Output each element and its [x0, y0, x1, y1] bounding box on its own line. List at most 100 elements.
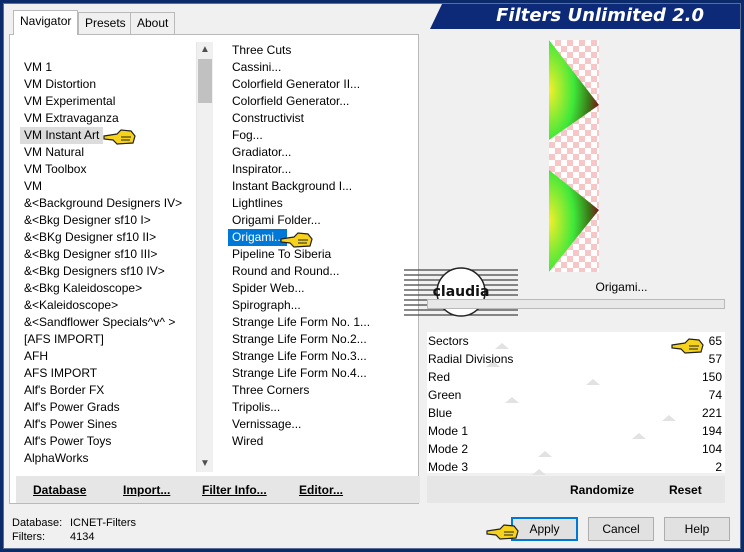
filter-item[interactable]: Wired: [228, 433, 416, 450]
param-value: 2: [715, 460, 722, 474]
filter-item[interactable]: Cassini...: [228, 59, 416, 76]
param-row[interactable]: Green 74: [427, 386, 725, 404]
slider-thumb[interactable]: [495, 343, 509, 349]
filter-item[interactable]: Lightlines: [228, 195, 416, 212]
editor-button[interactable]: Editor...: [299, 483, 343, 497]
pointing-hand-icon: [671, 338, 704, 354]
tab-presets[interactable]: Presets: [78, 12, 133, 34]
slider-thumb[interactable]: [632, 433, 646, 439]
param-value: 104: [701, 442, 722, 456]
filter-item[interactable]: Round and Round...: [228, 263, 416, 280]
param-row[interactable]: Mode 2 104: [427, 440, 725, 458]
param-label: Green: [428, 388, 462, 402]
category-item[interactable]: VM Extravaganza: [20, 110, 195, 127]
database-value: ICNET-Filters: [70, 517, 136, 529]
category-item[interactable]: AFH: [20, 348, 195, 365]
category-item[interactable]: Alf's Power Grads: [20, 399, 195, 416]
category-item[interactable]: [AFS IMPORT]: [20, 331, 195, 348]
category-item[interactable]: VM 1: [20, 59, 195, 76]
filter-item[interactable]: Three Corners: [228, 382, 416, 399]
category-item[interactable]: VM: [20, 178, 195, 195]
param-value: 57: [708, 352, 722, 366]
category-item[interactable]: VM Distortion: [20, 76, 195, 93]
category-item[interactable]: VM Experimental: [20, 93, 195, 110]
category-item[interactable]: Alf's Power Sines: [20, 416, 195, 433]
filter-info-button[interactable]: Filter Info...: [202, 483, 267, 497]
category-item[interactable]: &<Bkg Designers sf10 IV>: [20, 263, 195, 280]
import-button[interactable]: Import...: [123, 483, 170, 497]
filter-item[interactable]: Colorfield Generator II...: [228, 76, 416, 93]
category-item[interactable]: VM Instant Art: [20, 127, 104, 144]
category-item[interactable]: Alf's Power Toys: [20, 433, 195, 450]
category-item[interactable]: &<Bkg Designer sf10 III>: [20, 246, 195, 263]
filter-item[interactable]: Fog...: [228, 127, 416, 144]
filter-item[interactable]: Constructivist: [228, 110, 416, 127]
param-value: 194: [701, 424, 722, 438]
slider-thumb[interactable]: [505, 397, 519, 403]
slider-thumb[interactable]: [586, 379, 600, 385]
database-label: Database:: [12, 517, 63, 529]
category-item[interactable]: &<BKg Designer sf10 II>: [20, 229, 195, 246]
filters-label: Filters:: [12, 531, 45, 543]
filter-item[interactable]: Strange Life Form No. 1...: [228, 314, 416, 331]
category-item[interactable]: VM Toolbox: [20, 161, 195, 178]
category-item[interactable]: &<Bkg Designer sf10 I>: [20, 212, 195, 229]
preview-image: [549, 40, 599, 272]
filter-list[interactable]: Three Cuts Cassini... Colorfield Generator…: [228, 42, 416, 472]
category-scrollbar[interactable]: ▲ ▼: [196, 42, 213, 472]
category-item[interactable]: Alf's Border FX: [20, 382, 195, 399]
param-row[interactable]: Red 150: [427, 368, 725, 386]
filter-item[interactable]: Three Cuts: [228, 42, 416, 59]
filter-item[interactable]: Instant Background I...: [228, 178, 416, 195]
database-button[interactable]: Database: [33, 483, 86, 497]
slider-thumb[interactable]: [538, 451, 552, 457]
filter-item[interactable]: Vernissage...: [228, 416, 416, 433]
cancel-button[interactable]: Cancel: [588, 517, 654, 541]
param-row[interactable]: Mode 3 2: [427, 458, 725, 476]
param-row[interactable]: Mode 1 194: [427, 422, 725, 440]
param-row[interactable]: Blue 221: [427, 404, 725, 422]
category-item[interactable]: &<Kaleidoscope>: [20, 297, 195, 314]
watermark-logo: claudia: [404, 266, 518, 318]
param-label: Mode 2: [428, 442, 469, 456]
category-item[interactable]: AlphaWorks: [20, 450, 195, 467]
filter-item[interactable]: Pipeline To Siberia: [228, 246, 416, 263]
filters-count: 4134: [70, 531, 95, 543]
preview-filter-name: Origami...: [518, 276, 725, 298]
category-item[interactable]: &<Bkg Kaleidoscope>: [20, 280, 195, 297]
scroll-thumb[interactable]: [198, 59, 212, 103]
slider-thumb[interactable]: [662, 415, 676, 421]
apply-button[interactable]: Apply: [511, 517, 578, 541]
param-label: Mode 3: [428, 460, 469, 474]
category-item[interactable]: &<Background Designers IV>: [20, 195, 195, 212]
reset-button[interactable]: Reset: [669, 483, 702, 497]
filter-item[interactable]: Spirograph...: [228, 297, 416, 314]
filter-item[interactable]: Tripolis...: [228, 399, 416, 416]
scroll-down-icon[interactable]: ▼: [197, 456, 213, 472]
filter-item[interactable]: Origami Folder...: [228, 212, 416, 229]
filter-item[interactable]: Strange Life Form No.3...: [228, 348, 416, 365]
tab-about[interactable]: About: [130, 12, 176, 34]
slider-thumb[interactable]: [532, 469, 546, 475]
filter-item[interactable]: Inspirator...: [228, 161, 416, 178]
param-value: 74: [708, 388, 722, 402]
category-item[interactable]: VM Natural: [20, 144, 195, 161]
pointing-hand-icon: [103, 129, 136, 145]
pointing-hand-icon: [486, 524, 519, 540]
pointing-hand-icon: [280, 232, 313, 248]
filter-item[interactable]: Strange Life Form No.2...: [228, 331, 416, 348]
scroll-up-icon[interactable]: ▲: [197, 42, 213, 58]
help-button[interactable]: Help: [664, 517, 730, 541]
category-item[interactable]: &<Sandflower Specials^v^ >: [20, 314, 195, 331]
category-item[interactable]: AFS IMPORT: [20, 365, 195, 382]
filter-item[interactable]: Colorfield Generator...: [228, 93, 416, 110]
filter-item[interactable]: Strange Life Form No.4...: [228, 365, 416, 382]
randomize-button[interactable]: Randomize: [570, 483, 634, 497]
param-label: Sectors: [428, 334, 469, 348]
filter-item[interactable]: Origami...: [228, 229, 288, 246]
param-label: Radial Divisions: [428, 352, 514, 366]
filter-item[interactable]: Spider Web...: [228, 280, 416, 297]
tab-navigator[interactable]: Navigator: [13, 10, 79, 35]
filter-item[interactable]: Gradiator...: [228, 144, 416, 161]
category-list[interactable]: VM 1 VM Distortion VM Experimental VM Extra…: [20, 59, 195, 471]
